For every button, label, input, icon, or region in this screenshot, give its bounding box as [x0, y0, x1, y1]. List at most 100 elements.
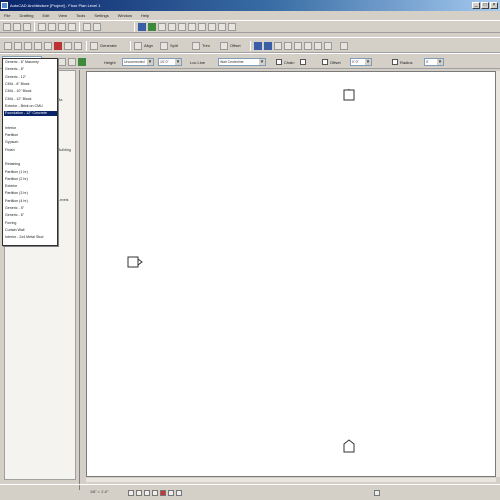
snap-toggle-icon[interactable]	[128, 490, 134, 496]
array-icon[interactable]	[74, 42, 82, 50]
drawing-canvas[interactable]	[86, 71, 496, 477]
add-wall-icon[interactable]	[78, 58, 86, 66]
menu-help[interactable]: Help	[141, 13, 149, 18]
pan-icon[interactable]	[168, 23, 176, 31]
undo-icon[interactable]	[83, 23, 91, 31]
dropdown-option[interactable]: Partition (3 hr)	[4, 191, 57, 196]
menu-edit[interactable]: Edit	[42, 13, 49, 18]
move-icon[interactable]	[14, 42, 22, 50]
delete-icon[interactable]	[54, 42, 62, 50]
wall-end-grip-icon[interactable]	[127, 256, 143, 268]
dropdown-option[interactable]: Generic - 12"	[4, 75, 57, 80]
new-icon[interactable]	[3, 23, 11, 31]
3d-view-icon[interactable]	[208, 23, 216, 31]
dropdown-option[interactable]: Curtain Wall	[4, 228, 57, 233]
maximize-button[interactable]: □	[481, 2, 489, 9]
wall-grip-icon[interactable]	[343, 89, 355, 101]
vertical-scrollbar[interactable]	[496, 71, 500, 477]
layer-icon[interactable]	[138, 23, 146, 31]
dropdown-option[interactable]: Generic - 8"	[4, 67, 57, 72]
wall-height-grip-icon[interactable]	[343, 439, 355, 453]
help-icon[interactable]	[228, 23, 236, 31]
model-icon[interactable]	[324, 42, 332, 50]
match-icon[interactable]	[64, 42, 72, 50]
split-icon[interactable]	[160, 42, 168, 50]
dropdown-option[interactable]: Generic - 6"	[4, 213, 57, 218]
otrack-icon[interactable]	[304, 42, 312, 50]
align-button[interactable]: Align	[144, 43, 153, 48]
regen-icon[interactable]	[198, 23, 206, 31]
menu-window[interactable]: Window	[118, 13, 132, 18]
dropdown-option[interactable]: Partition	[4, 133, 57, 138]
lwt-icon[interactable]	[314, 42, 322, 50]
dropdown-option[interactable]: Interior	[4, 126, 57, 131]
menu-drafting[interactable]: Drafting	[19, 13, 33, 18]
copy-icon[interactable]	[58, 23, 66, 31]
chain-extra-checkbox[interactable]	[300, 59, 306, 65]
offset-button[interactable]: Offset	[230, 43, 241, 48]
snap-icon[interactable]	[254, 42, 262, 50]
dropdown-option[interactable]: Generic - 5"	[4, 206, 57, 211]
close-toolbar-icon[interactable]	[340, 42, 348, 50]
dropdown-option[interactable]: Partition (1 hr)	[4, 170, 57, 175]
ortho-icon[interactable]	[274, 42, 282, 50]
dropdown-option[interactable]	[4, 155, 57, 160]
dropdown-option[interactable]: Finish	[4, 148, 57, 153]
lwt-toggle-icon[interactable]	[176, 490, 182, 496]
offset-input[interactable]: 0' 0"	[350, 58, 372, 66]
copy-object-icon[interactable]	[24, 42, 32, 50]
zoom-extents-icon[interactable]	[178, 23, 186, 31]
curve-wall-icon[interactable]	[68, 58, 76, 66]
radius-input[interactable]: 0'	[424, 58, 444, 66]
osnap-toggle-icon[interactable]	[160, 490, 166, 496]
dropdown-option[interactable]: Furring	[4, 221, 57, 226]
polar-toggle-icon[interactable]	[152, 490, 158, 496]
print-icon[interactable]	[38, 23, 46, 31]
dropdown-option[interactable]: Interior - 2x4 Metal Stud	[4, 235, 57, 240]
dropdown-option[interactable]: CMU - 10" Block	[4, 89, 57, 94]
menu-tools[interactable]: Tools	[76, 13, 85, 18]
osnap-icon[interactable]	[294, 42, 302, 50]
dropdown-option[interactable]: CMU - 8" Block	[4, 82, 57, 87]
open-icon[interactable]	[13, 23, 21, 31]
offset-checkbox[interactable]	[322, 59, 328, 65]
split-button[interactable]: Split	[170, 43, 178, 48]
dropdown-option[interactable]: Exterior	[4, 184, 57, 189]
render-icon[interactable]	[218, 23, 226, 31]
dropdown-option[interactable]: Foundation - 12" Concrete	[4, 111, 57, 117]
mirror-icon[interactable]	[44, 42, 52, 50]
location-combo[interactable]: Wall Centerline	[218, 58, 266, 66]
properties-icon[interactable]	[148, 23, 156, 31]
redo-icon[interactable]	[93, 23, 101, 31]
menu-settings[interactable]: Settings	[94, 13, 108, 18]
height-input[interactable]: 10' 0"	[158, 58, 182, 66]
zoom-icon[interactable]	[158, 23, 166, 31]
cut-icon[interactable]	[48, 23, 56, 31]
zoom-window-icon[interactable]	[188, 23, 196, 31]
grid-icon[interactable]	[264, 42, 272, 50]
trim-icon[interactable]	[192, 42, 200, 50]
height-combo[interactable]: Unconnected	[122, 58, 154, 66]
tray-settings-icon[interactable]	[374, 490, 380, 496]
dropdown-option[interactable]: Gypsum	[4, 140, 57, 145]
grid-toggle-icon[interactable]	[136, 490, 142, 496]
chain-checkbox[interactable]	[276, 59, 282, 65]
dropdown-option[interactable]: Generic - 6" Masonry	[4, 60, 57, 65]
pencil-icon[interactable]	[4, 42, 12, 50]
radius-checkbox[interactable]	[392, 59, 398, 65]
offset-icon[interactable]	[220, 42, 228, 50]
minimize-button[interactable]: _	[472, 2, 480, 9]
dropdown-option[interactable]: CMU - 12" Block	[4, 97, 57, 102]
close-button[interactable]: ×	[490, 2, 498, 9]
save-icon[interactable]	[23, 23, 31, 31]
trim-button[interactable]: Trim	[202, 43, 210, 48]
dropdown-option[interactable]: Exterior - Brick on CMU	[4, 104, 57, 109]
otrack-toggle-icon[interactable]	[168, 490, 174, 496]
align-icon[interactable]	[134, 42, 142, 50]
generate-icon[interactable]	[90, 42, 98, 50]
wall-tool-icon[interactable]	[58, 58, 66, 66]
horizontal-scrollbar[interactable]	[86, 478, 496, 482]
rotate-icon[interactable]	[34, 42, 42, 50]
menu-file[interactable]: File	[4, 13, 10, 18]
paste-icon[interactable]	[68, 23, 76, 31]
